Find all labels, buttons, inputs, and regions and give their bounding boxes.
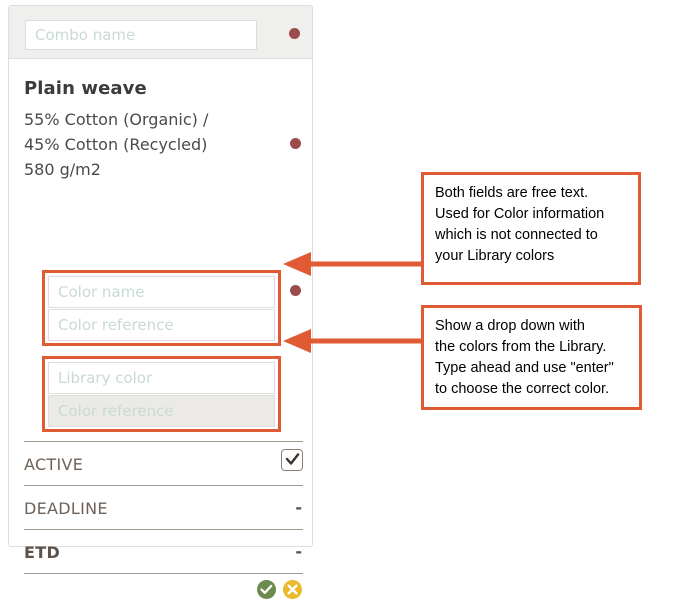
card-header — [9, 6, 312, 59]
annotation-free-text-fields: Both fields are free text. Used for Colo… — [421, 172, 641, 285]
annotation-arrow-library — [283, 329, 427, 353]
attribute-value-etd: - — [295, 542, 302, 561]
confirm-button[interactable] — [257, 580, 276, 599]
library-color-group — [42, 356, 281, 432]
attribute-label-active: ACTIVE — [24, 455, 84, 474]
card-footer — [24, 573, 303, 603]
annotation-library-dropdown: Show a drop down with the colors from th… — [421, 305, 642, 410]
color-reference-input[interactable] — [48, 309, 275, 341]
attribute-row-active: ACTIVE — [24, 441, 303, 485]
attribute-value-deadline: - — [295, 498, 302, 517]
combo-card: Plain weave 55% Cotton (Organic) / 45% C… — [8, 5, 313, 599]
color-name-input[interactable] — [48, 276, 275, 308]
library-color-input[interactable] — [48, 362, 275, 394]
status-dot-header — [289, 28, 300, 39]
card-body: Plain weave 55% Cotton (Organic) / 45% C… — [9, 59, 312, 599]
product-title: Plain weave — [24, 78, 147, 99]
attribute-row-etd: ETD - — [24, 529, 303, 573]
annotation-arrow-free-text — [283, 252, 427, 276]
close-circle-icon — [287, 584, 298, 595]
check-circle-icon — [260, 584, 273, 594]
status-dot-color — [290, 285, 301, 296]
free-text-color-group — [42, 270, 281, 346]
active-checkbox[interactable] — [281, 449, 303, 471]
composition-text: 55% Cotton (Organic) / 45% Cotton (Recyc… — [24, 110, 209, 179]
attribute-row-deadline: DEADLINE - — [24, 485, 303, 529]
attribute-label-etd: ETD — [24, 543, 61, 562]
checkmark-icon — [285, 453, 299, 465]
cancel-button[interactable] — [283, 580, 302, 599]
combo-name-input[interactable] — [25, 20, 257, 50]
library-color-reference-input — [48, 395, 275, 427]
attribute-label-deadline: DEADLINE — [24, 499, 108, 518]
status-dot-product — [290, 138, 301, 149]
